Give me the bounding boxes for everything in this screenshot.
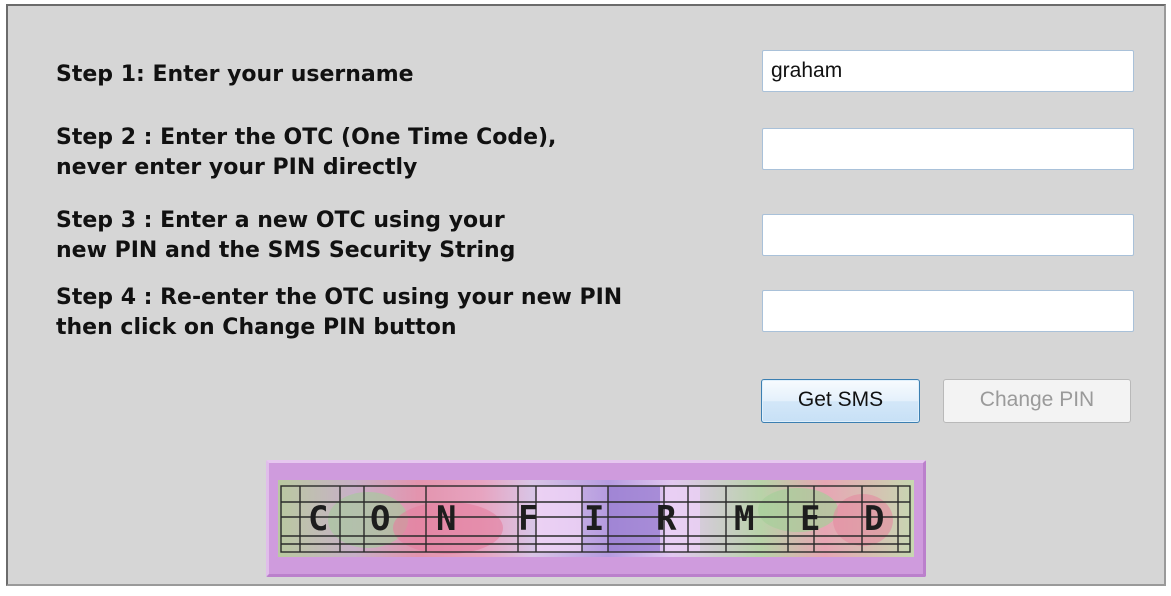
step-1-label: Step 1: Enter your username [56, 62, 414, 87]
captcha-letter-2: O [370, 499, 390, 539]
step-2-label: Step 2 : Enter the OTC (One Time Code), … [56, 125, 557, 180]
step-3-label: Step 3 : Enter a new OTC using your new … [56, 208, 516, 263]
captcha-letter-1: C [308, 499, 328, 539]
captcha-letter-9: D [864, 499, 884, 539]
security-string-image: C O N F I R M E D [266, 460, 926, 577]
confirm-otc-field[interactable] [762, 290, 1134, 332]
new-otc-field[interactable] [762, 214, 1134, 256]
otc-field[interactable] [762, 128, 1134, 170]
change-pin-form: Step 1: Enter your username Step 2 : Ent… [6, 4, 1166, 586]
step-4-label: Step 4 : Re-enter the OTC using your new… [56, 285, 623, 340]
captcha-letter-8: E [800, 499, 820, 539]
captcha-letter-4: F [518, 499, 538, 539]
captcha-graphic: C O N F I R M E D [278, 480, 914, 557]
get-sms-button[interactable]: Get SMS [761, 379, 920, 423]
change-pin-button: Change PIN [943, 379, 1131, 423]
captcha-letter-7: M [734, 499, 754, 539]
captcha-letter-3: N [436, 499, 456, 539]
captcha-letter-5: I [584, 499, 604, 539]
username-field[interactable] [762, 50, 1134, 92]
captcha-letter-6: R [656, 499, 677, 539]
